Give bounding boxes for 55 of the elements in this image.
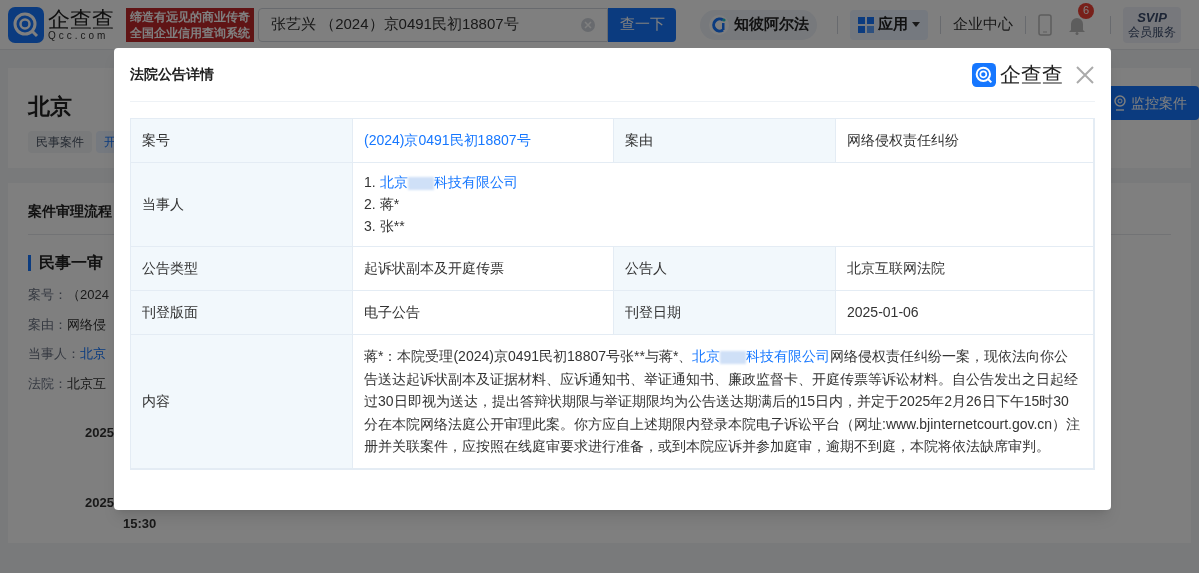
list-number: 1.	[364, 173, 376, 192]
table-cell: 2025-01-06	[836, 291, 1094, 335]
slogan-text: 全国企业信用查询系统	[130, 24, 250, 41]
field-value: 北京互	[67, 374, 106, 393]
logo-domain: Qcc.com	[48, 30, 110, 41]
stage-marker	[28, 255, 31, 271]
search-value: 张艺兴 （2024）京0491民初18807号	[271, 14, 520, 35]
party-link[interactable]: 北京	[80, 344, 106, 364]
field-label: 案由：	[28, 315, 67, 334]
search-field[interactable]: 张艺兴 （2024）京0491民初18807号	[258, 7, 608, 42]
notice-content: 蒋*：本院受理(2024)京0491民初18807号张**与蒋*、北京 科技有限公司 网络侵权责任纠纷一案，现依法向你公告送达起诉状副本及证据材料、应诉通知书、举证通知书、廉政监督卡、开庭传票等诉讼材料。自公告发出之日起经过30日即视为送达，提出答辩状期限与举证期限均为公告送达期满后的15日内，并定于2025年2月26日下午15时30分在本院网络法庭公开审理此案。你方应自上述期限内登录本院电子诉讼平台（网址:www.bjinternetcourt.gov.cn）注册并关联案件，应按照在线庭审要求进行准备，或到本院应诉并参加庭审，逾期不到庭，本院将依法缺席审判。	[364, 347, 1082, 456]
timeline-date: 2025	[85, 493, 114, 512]
table-label: 当事人	[131, 163, 353, 247]
phone-icon[interactable]	[1038, 13, 1052, 36]
caret-icon	[912, 22, 920, 27]
logo-icon	[8, 6, 44, 43]
slogan-text: 缔造有远见的商业传奇	[130, 8, 250, 25]
table-label: 公告人	[614, 247, 836, 291]
field-label: 案号：	[28, 286, 67, 304]
timeline-date: 2025	[85, 424, 114, 442]
logo-text: 企查查	[1000, 61, 1063, 88]
notification-badge: 6	[1078, 2, 1094, 19]
field-label: 当事人：	[28, 345, 80, 363]
table-label: 公告类型	[131, 247, 353, 291]
table-label: 刊登版面	[131, 291, 353, 335]
search-button[interactable]: 查一下	[608, 7, 676, 42]
grid-icon	[858, 16, 874, 33]
company-title: 北京	[28, 93, 73, 121]
ai-button[interactable]: 知彼阿尔法	[700, 9, 817, 40]
dialog-title: 法院公告详情	[130, 65, 215, 84]
field-value: （2024	[67, 286, 109, 304]
close-icon[interactable]	[1075, 64, 1095, 85]
field-label: 法院：	[28, 374, 67, 393]
table-cell: 北京互联网法院	[836, 247, 1094, 291]
table-label: 刊登日期	[614, 291, 836, 335]
timeline-time: 15:30	[123, 515, 157, 533]
table-label: 案号	[131, 119, 353, 163]
table-label: 内容	[131, 335, 353, 469]
field-value: 网络侵	[67, 315, 106, 334]
case-number-link[interactable]: (2024)京0491民初18807号	[364, 130, 531, 151]
table-label: 案由	[614, 119, 836, 163]
party-link[interactable]: 北京 科技有限公司	[379, 173, 518, 192]
case-tag: 民事案件	[28, 131, 92, 153]
apps-button[interactable]: 应用	[850, 9, 928, 40]
vip-button[interactable]: SVIP 会员服务	[1123, 6, 1181, 43]
enterprise-center-link[interactable]: 企业中心	[953, 13, 1013, 36]
party-name: 张**	[379, 217, 405, 236]
ai-logo-icon	[708, 13, 730, 36]
stage-title: 民事一审	[39, 253, 103, 273]
party-link[interactable]: 北京 科技有限公司	[692, 348, 831, 364]
list-number: 3.	[364, 217, 376, 236]
camera-icon	[1113, 95, 1127, 111]
logo-icon	[972, 62, 996, 87]
logo-text: 企查查	[48, 8, 114, 31]
table-cell: 网络侵权责任纠纷	[836, 119, 1094, 163]
